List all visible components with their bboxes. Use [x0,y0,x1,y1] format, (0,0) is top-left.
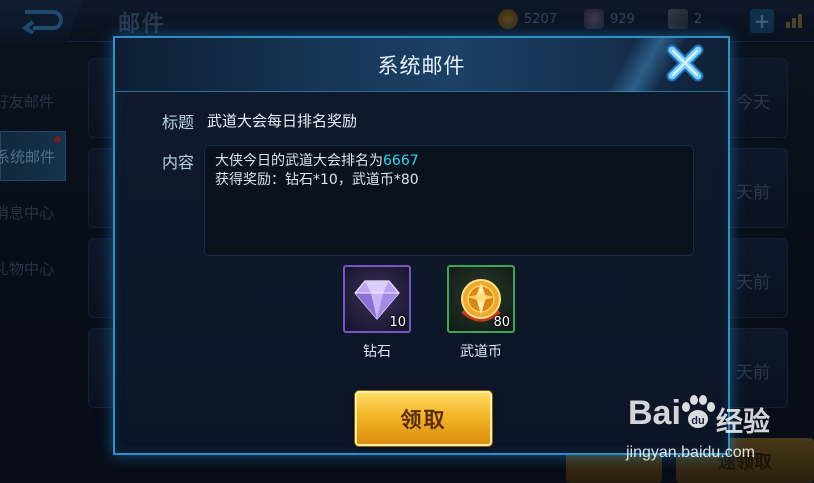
dialog-title: 系统邮件 [377,54,466,78]
content-line-1: 大侠今日的武道大会排名为6667 [215,153,419,169]
content-line-2: 获得奖励：钻石*10，武道币*80 [215,172,419,188]
reward-name: 武道币 [460,344,502,360]
watermark-url: jingyan.baidu.com [626,444,755,461]
reward-name: 钻石 [363,344,391,360]
content-box: 大侠今日的武道大会排名为6667 获得奖励：钻石*10，武道币*80 [204,145,694,256]
paw-icon: du [682,395,715,428]
claim-button[interactable]: 领取 [355,391,492,446]
reward-diamond[interactable]: 10 [343,265,411,333]
baidu-watermark: Bai du 经验 jingyan.baidu.com [600,388,810,478]
close-button[interactable] [666,44,704,82]
svg-text:du: du [691,415,704,427]
reward-count: 80 [493,315,510,330]
watermark-brand-cn: 经验 [716,407,770,438]
content-label: 内容 [162,153,195,172]
dialog-header: 系统邮件 [115,38,728,92]
subject-label: 标题 [162,113,195,132]
close-icon [666,44,704,82]
reward-count: 10 [389,315,406,330]
watermark-brand: Bai [628,394,681,432]
subject-value: 武道大会每日排名奖励 [207,112,358,130]
rank-value: 6667 [383,153,419,169]
reward-wudao-coin[interactable]: 80 [447,265,515,333]
